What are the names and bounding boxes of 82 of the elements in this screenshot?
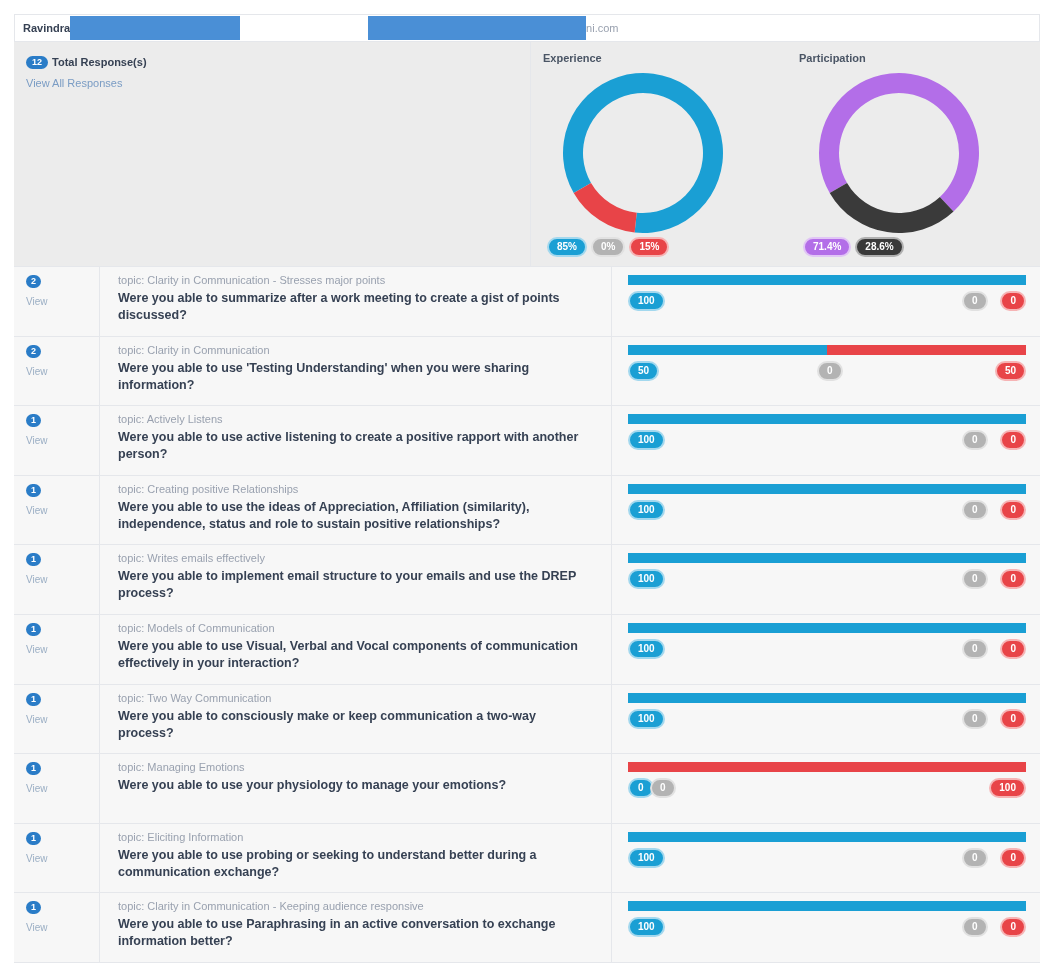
neutral-count-badge: 0 (962, 847, 988, 868)
positive-count-badge: 100 (628, 917, 665, 938)
positive-count-badge: 100 (628, 291, 665, 311)
view-link[interactable]: View (26, 850, 48, 866)
count-badge: 1 (26, 414, 41, 428)
positive-count-badge: 100 (628, 430, 665, 451)
view-link[interactable]: View (26, 502, 48, 518)
percentage-badge: 15% (629, 236, 670, 257)
negative-count-badge: 0 (1000, 569, 1026, 590)
topic-text: topic: Actively Listens (118, 412, 224, 427)
negative-count-badge: 100 (989, 778, 1026, 799)
neutral-count-badge: 0 (962, 499, 988, 520)
count-badge: 1 (26, 901, 41, 915)
negative-count-badge: 0 (1000, 430, 1026, 451)
view-link[interactable]: View (26, 641, 48, 657)
view-all-responses-link[interactable]: View All Responses (26, 74, 518, 91)
positive-count-badge: 100 (628, 847, 665, 868)
question-text: Were you able to use active listening to create a positive rapport with another person? (118, 429, 580, 464)
chart-title: Participation (799, 51, 867, 66)
neutral-count-badge: 0 (962, 638, 988, 659)
topic-text: topic: Clarity in Communication (118, 342, 271, 357)
percentage-badge: 0% (591, 236, 626, 257)
negative-count-badge: 0 (1000, 499, 1026, 520)
question-text: Were you able to use the ideas of Appreciation, Affiliation (similarity), independence, status and role to sustain positive relationships? (118, 498, 531, 533)
neutral-count-badge: 0 (962, 569, 988, 590)
question-text: Were you able to summarize after a work meeting to create a gist of points discussed? (118, 290, 561, 324)
topic-text: topic: Writes emails effectively (118, 551, 266, 566)
count-badge: 1 (26, 483, 41, 497)
positive-count-badge: 50 (628, 360, 660, 381)
topic-text: topic: Managing Emotions (118, 760, 246, 775)
positive-count-badge: 100 (628, 638, 665, 659)
topic-text: topic: Clarity in Communication - Stresses major points (118, 273, 387, 287)
negative-count-badge: 0 (1000, 638, 1026, 659)
count-badge: 1 (26, 762, 41, 776)
question-text: Were you able to use Paraphrasing in an active conversation to exchange information better? (118, 916, 557, 951)
positive-count-badge: 0 (628, 778, 654, 799)
chart-title: Experience (543, 51, 603, 66)
topic-text: topic: Two Way Communication (118, 690, 273, 705)
neutral-count-badge: 0 (962, 430, 988, 451)
view-link[interactable]: View (26, 920, 48, 936)
count-badge: 1 (26, 692, 41, 706)
question-text: Were you able to consciously make or keep communication a two-way process? (118, 707, 537, 742)
view-link[interactable]: View (26, 572, 48, 588)
count-badge: 1 (26, 553, 41, 567)
count-badge: 12 (26, 55, 48, 69)
positive-count-badge: 100 (628, 569, 665, 590)
topic-text: topic: Creating positive Relationships (118, 481, 300, 496)
percentage-badge: 85% (547, 236, 587, 257)
negative-count-badge: 0 (1000, 291, 1026, 311)
negative-count-badge: 0 (1000, 917, 1026, 938)
negative-count-badge: 50 (994, 360, 1026, 381)
negative-count-badge: 0 (1000, 847, 1026, 868)
view-link[interactable]: View (26, 363, 48, 379)
question-text: Were you able to implement email structure to your emails and use the DREP process? (118, 568, 577, 603)
total-responses-label: Total Response(s) (52, 55, 147, 70)
positive-count-badge: 100 (628, 708, 665, 729)
view-link[interactable]: View (26, 433, 48, 449)
question-text: Were you able to use 'Testing Understanding' when you were sharing information? (118, 359, 531, 394)
topic-text: topic: Clarity in Communication - Keeping audience responsive (118, 899, 425, 914)
percentage-badge: 28.6% (855, 236, 904, 257)
topic-text: topic: Models of Communication (118, 620, 276, 635)
question-text: Were you able to use your physiology to manage your emotions? (118, 777, 508, 795)
neutral-count-badge: 0 (962, 708, 988, 729)
positive-count-badge: 100 (628, 499, 665, 520)
topic-text: topic: Eliciting Information (118, 829, 245, 844)
user-name: Ravindra (23, 20, 71, 36)
negative-count-badge: 0 (1000, 708, 1026, 729)
question-text: Were you able to use Visual, Verbal and Vocal components of communication effectively in your interaction? (118, 637, 579, 672)
email-text: ni.com (586, 20, 619, 36)
neutral-count-badge: 0 (817, 360, 843, 381)
neutral-count-badge: 0 (962, 917, 988, 938)
count-badge: 1 (26, 622, 41, 636)
view-link[interactable]: View (26, 781, 48, 797)
count-badge: 1 (26, 831, 41, 845)
question-text: Were you able to use probing or seeking to understand better during a communication exchange? (118, 846, 538, 881)
neutral-count-badge: 0 (962, 291, 988, 311)
count-badge: 2 (26, 275, 41, 288)
view-link[interactable]: View (26, 711, 48, 727)
neutral-count-badge: 0 (650, 778, 676, 799)
percentage-badge: 71.4% (803, 236, 852, 257)
count-badge: 2 (26, 344, 41, 358)
view-link[interactable]: View (26, 294, 48, 309)
